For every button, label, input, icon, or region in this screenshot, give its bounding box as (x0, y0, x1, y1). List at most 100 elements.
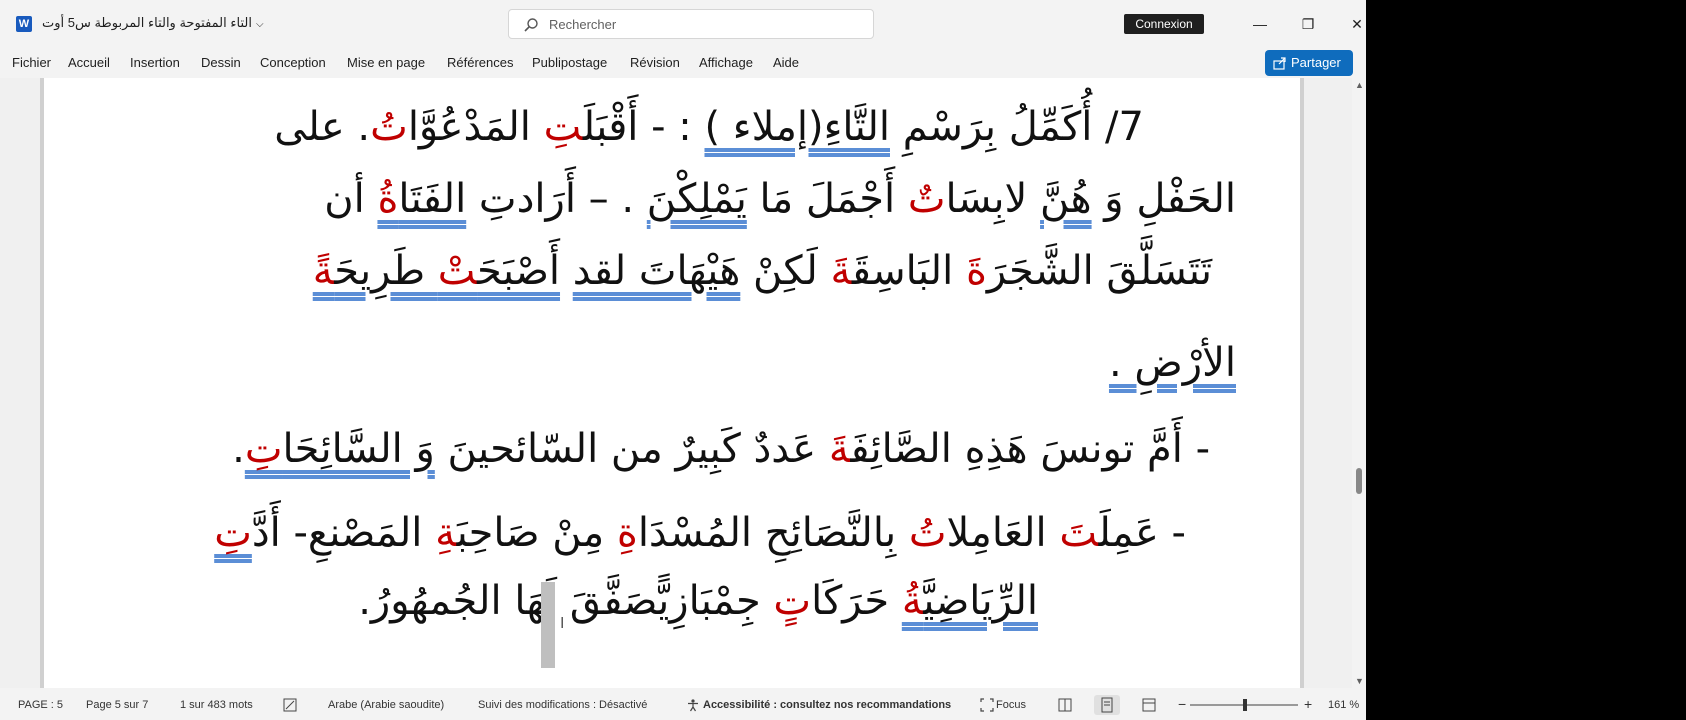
scroll-up-icon[interactable]: ▲ (1355, 80, 1364, 90)
doc-line-1[interactable]: 7/ أُكَمِّلُ بِرَسْمِ التَّاءِ(إملاء ) :… (274, 104, 1144, 150)
text-run-red: تُ (908, 510, 947, 556)
tab-mise-en-page[interactable]: Mise en page (347, 55, 425, 70)
text-run: أَجْمَلَ مَا (746, 176, 908, 222)
exercise-number: 7/ (1092, 104, 1144, 150)
status-accessibility[interactable]: Accessibilité : consultez nos recommanda… (703, 699, 951, 711)
tab-affichage[interactable]: Affichage (699, 55, 753, 70)
print-layout-icon (1101, 697, 1113, 713)
tab-revision[interactable]: Révision (630, 55, 680, 70)
tab-insertion[interactable]: Insertion (130, 55, 180, 70)
text-run: يَمْلِكْنَ (646, 176, 747, 222)
zoom-level[interactable]: 161 % (1328, 699, 1359, 711)
text-run-red: تٌ (907, 176, 946, 222)
text-run: الرِّيَاضِيَّ (923, 578, 1038, 624)
doc-line-6[interactable]: - عَمِلَتَ العَامِلاتُ بِالنَّصَائِحِ ال… (214, 510, 1186, 556)
document-page[interactable]: 7/ أُكَمِّلُ بِرَسْمِ التَّاءِ(إملاء ) :… (40, 78, 1304, 688)
text-run: الفَتَا (398, 176, 467, 222)
share-button[interactable]: Partager (1265, 50, 1353, 76)
text-run: - أَمَّ تونسَ هَذِهِ الصَّائِفَ (850, 426, 1210, 472)
tab-conception[interactable]: Conception (260, 55, 326, 70)
text-run-red: تِ (244, 426, 283, 472)
doc-line-2[interactable]: الحَفْلِ وَ هُنَّ لابِسَاتٌ أَجْمَلَ مَا… (324, 176, 1236, 222)
text-run: تَتَسَلَّقَ الشَّجَرَ (986, 248, 1212, 294)
search-box[interactable]: Rechercher (508, 9, 874, 39)
text-run: أَقْبَلَ (582, 104, 639, 150)
ibeam-cursor-icon: I (560, 615, 565, 632)
proofing-icon[interactable] (283, 698, 297, 712)
tab-aide[interactable]: Aide (773, 55, 799, 70)
text-run: المَصْنعِ- أَدَّ (251, 510, 436, 556)
scroll-down-icon[interactable]: ▼ (1355, 676, 1364, 686)
focus-icon (980, 698, 994, 712)
share-label: Partager (1291, 55, 1341, 70)
text-run-red: تُ (370, 104, 408, 150)
text-run-red: ةَ (830, 248, 852, 294)
document-title-text: التاء المفتوحة والتاء المربوطة س5 أوت (42, 15, 252, 30)
text-run-red: تٍ (773, 578, 812, 624)
empty-screen-area (1366, 0, 1686, 720)
status-language[interactable]: Arabe (Arabie saoudite) (328, 699, 444, 711)
document-area[interactable]: 7/ أُكَمِّلُ بِرَسْمِ التَّاءِ(إملاء ) :… (0, 78, 1352, 688)
text-run: جِمْبَازِيًّ (658, 578, 774, 624)
text-run: المَدْعُوَّا (407, 104, 544, 150)
search-placeholder: Rechercher (549, 17, 617, 32)
status-track-changes[interactable]: Suivi des modifications : Désactivé (478, 699, 647, 711)
doc-line-4[interactable]: الأرْضِ . (1109, 340, 1236, 386)
text-run: بِالنَّصَائِحِ المُسْدَا (637, 510, 909, 556)
zoom-out-button[interactable]: − (1178, 696, 1186, 712)
text-run: وَ السَّائِحَا (282, 426, 435, 472)
print-layout-button[interactable] (1094, 695, 1120, 715)
text-run: لَكِنْ (740, 248, 831, 294)
text-cursor-highlight (541, 582, 555, 668)
word-window: W التاء المفتوحة والتاء المربوطة س5 أوت ⌵… (0, 0, 1366, 720)
close-icon[interactable]: ✕ (1342, 10, 1366, 38)
text-run: عَددٌ كَبِيرٌ من السّائحينَ (434, 426, 829, 472)
status-bar: PAGE : 5 Page 5 sur 7 1 sur 483 mots Ara… (0, 690, 1366, 720)
text-run: أن (324, 176, 378, 222)
text-run: مِنْ صَاحِبَ (456, 510, 617, 556)
zoom-in-button[interactable]: + (1304, 696, 1312, 712)
text-run: : - (638, 104, 705, 150)
status-page-field[interactable]: PAGE : 5 (18, 699, 63, 711)
text-run: الحَفْلِ وَ (1091, 176, 1236, 222)
text-run: البَاسِقَ (851, 248, 966, 294)
tab-references[interactable]: Références (447, 55, 513, 70)
tab-accueil[interactable]: Accueil (68, 55, 110, 70)
minimize-icon[interactable]: — (1245, 10, 1275, 38)
document-title[interactable]: التاء المفتوحة والتاء المربوطة س5 أوت ⌵ (42, 15, 264, 31)
text-run: أَصْبَحَ (477, 248, 561, 294)
text-run: . – أَرَادتِ (466, 176, 647, 222)
text-run: طَرِيحَ (334, 248, 438, 294)
status-focus[interactable]: Focus (996, 699, 1026, 711)
text-run-red: ةِ (435, 510, 457, 556)
scrollbar-thumb[interactable] (1356, 468, 1362, 494)
text-run: - عَمِلَ (1098, 510, 1186, 556)
doc-line-3[interactable]: تَتَسَلَّقَ الشَّجَرَةَ البَاسِقَةَ لَكِ… (313, 248, 1212, 294)
text-run: . (232, 426, 245, 472)
read-mode-button[interactable] (1052, 695, 1078, 715)
tab-dessin[interactable]: Dessin (201, 55, 241, 70)
tab-publipostage[interactable]: Publipostage (532, 55, 607, 70)
status-page-count[interactable]: Page 5 sur 7 (86, 699, 148, 711)
web-layout-button[interactable] (1136, 695, 1162, 715)
zoom-slider-thumb[interactable] (1243, 699, 1247, 711)
text-run: حَرَكَا (811, 578, 902, 624)
word-app-icon[interactable]: W (16, 16, 32, 32)
restore-icon[interactable]: ❐ (1293, 10, 1323, 38)
text-run: . على (274, 104, 371, 150)
vertical-scrollbar[interactable]: ▲ ▼ (1352, 78, 1366, 688)
signin-button[interactable]: Connexion (1124, 14, 1204, 34)
text-run-red: تِ (543, 104, 583, 150)
text-run: هَيْهَاتَ لقد (572, 248, 741, 294)
status-word-count[interactable]: 1 sur 483 mots (180, 699, 253, 711)
text-run-red: تَ (1059, 510, 1099, 556)
text-run: لابِسَا (945, 176, 1041, 222)
search-icon (524, 18, 538, 32)
text-run: أُكَمِّلُ بِرَسْمِ (890, 104, 1093, 150)
tab-fichier[interactable]: Fichier (12, 55, 51, 70)
text-run: العَامِلا (946, 510, 1060, 556)
doc-line-5[interactable]: - أَمَّ تونسَ هَذِهِ الصَّائِفَةَ عَددٌ … (232, 426, 1210, 472)
text-run-red: ةً (312, 248, 335, 294)
doc-line-7[interactable]: الرِّيَاضِيَّةُ حَرَكَاتٍ جِمْبَازِيًّصَ… (358, 578, 1038, 624)
chevron-down-icon: ⌵ (255, 19, 264, 30)
